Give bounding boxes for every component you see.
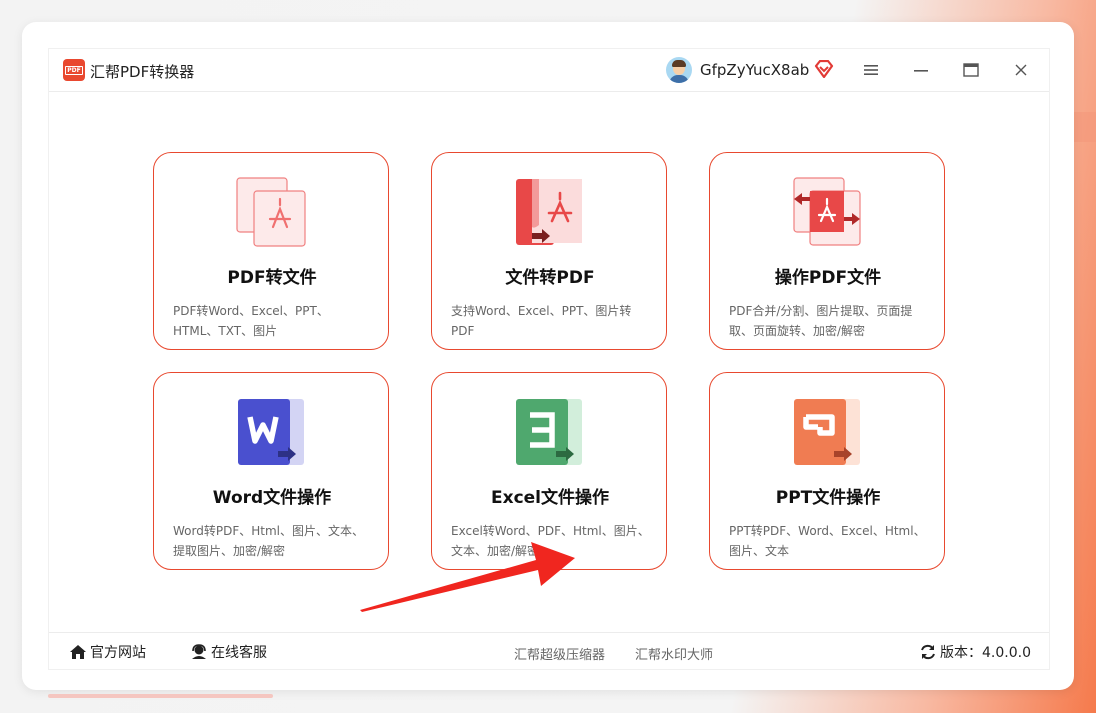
title-bar: PDF 汇帮PDF转换器 GfpZyYucX8ab [49, 49, 1049, 92]
card-description: 支持Word、Excel、PPT、图片转PDF [451, 304, 632, 338]
card-file-to-pdf[interactable]: 文件转PDF 支持Word、Excel、PPT、图片转PDF [431, 152, 667, 350]
card-word-operation[interactable]: Word文件操作 Word转PDF、Html、图片、文本、提取图片、加密/解密 [153, 372, 389, 570]
card-title: Word文件操作 [212, 488, 332, 508]
vip-diamond-icon[interactable] [814, 60, 834, 78]
card-title: Excel文件操作 [490, 488, 609, 508]
card-title: PDF转文件 [227, 268, 317, 288]
pdf-to-file-icon [236, 177, 306, 247]
home-icon [70, 645, 86, 659]
app-logo-icon: PDF [63, 59, 85, 81]
minimize-button[interactable] [907, 57, 935, 83]
app-title: 汇帮PDF转换器 [90, 63, 195, 81]
card-description: PPT转PDF、Word、Excel、Html、图片、文本 [729, 524, 926, 558]
card-description: PDF转Word、Excel、PPT、HTML、TXT、图片 [173, 304, 329, 338]
official-website-label: 官方网站 [90, 645, 146, 661]
user-avatar[interactable] [666, 57, 692, 83]
online-support-link[interactable]: 在线客服 [190, 642, 267, 662]
close-button[interactable] [1007, 57, 1035, 83]
minimize-icon [914, 70, 928, 72]
card-title: 文件转PDF [505, 268, 595, 288]
word-file-icon [238, 399, 304, 465]
app-content: PDF 汇帮PDF转换器 GfpZyYucX8ab PDF转文件 PDF转Wor… [48, 48, 1050, 670]
version-info[interactable]: 版本：4.0.0.0 [919, 642, 1031, 662]
card-title: PPT文件操作 [775, 488, 881, 508]
menu-button[interactable] [857, 57, 885, 83]
customer-service-icon [192, 644, 206, 659]
file-to-pdf-icon [516, 179, 582, 245]
scroll-indicator [48, 694, 273, 698]
excel-file-icon [516, 399, 582, 465]
username[interactable]: GfpZyYucX8ab [700, 61, 809, 79]
maximize-button[interactable] [957, 57, 985, 83]
refresh-icon [921, 644, 935, 660]
watermark-link[interactable]: 汇帮水印大师 [635, 644, 713, 663]
footer-bar: 官方网站 在线客服 汇帮超级压缩器 汇帮水印大师 版本：4.0.0.0 [49, 632, 1049, 670]
official-website-link[interactable]: 官方网站 [69, 642, 146, 662]
hamburger-icon [864, 65, 878, 75]
card-description: Excel转Word、PDF、Html、图片、文本、加密/解密 [451, 524, 650, 558]
version-label: 版本：4.0.0.0 [940, 645, 1031, 661]
card-pdf-to-file[interactable]: PDF转文件 PDF转Word、Excel、PPT、HTML、TXT、图片 [153, 152, 389, 350]
card-description: Word转PDF、Html、图片、文本、提取图片、加密/解密 [173, 524, 364, 558]
online-support-label: 在线客服 [211, 645, 267, 661]
compressor-link[interactable]: 汇帮超级压缩器 [514, 644, 605, 663]
card-ppt-operation[interactable]: PPT文件操作 PPT转PDF、Word、Excel、Html、图片、文本 [709, 372, 945, 570]
card-description: PDF合并/分割、图片提取、页面提取、页面旋转、加密/解密 [729, 304, 913, 338]
card-excel-operation[interactable]: Excel文件操作 Excel转Word、PDF、Html、图片、文本、加密/解… [431, 372, 667, 570]
maximize-icon [963, 63, 979, 77]
card-operate-pdf[interactable]: 操作PDF文件 PDF合并/分割、图片提取、页面提取、页面旋转、加密/解密 [709, 152, 945, 350]
operate-pdf-icon [793, 177, 861, 246]
ppt-file-icon [794, 399, 860, 465]
close-icon [1015, 64, 1027, 76]
app-window: PDF 汇帮PDF转换器 GfpZyYucX8ab PDF转文件 PDF转Wor… [22, 22, 1074, 690]
card-title: 操作PDF文件 [774, 268, 882, 288]
